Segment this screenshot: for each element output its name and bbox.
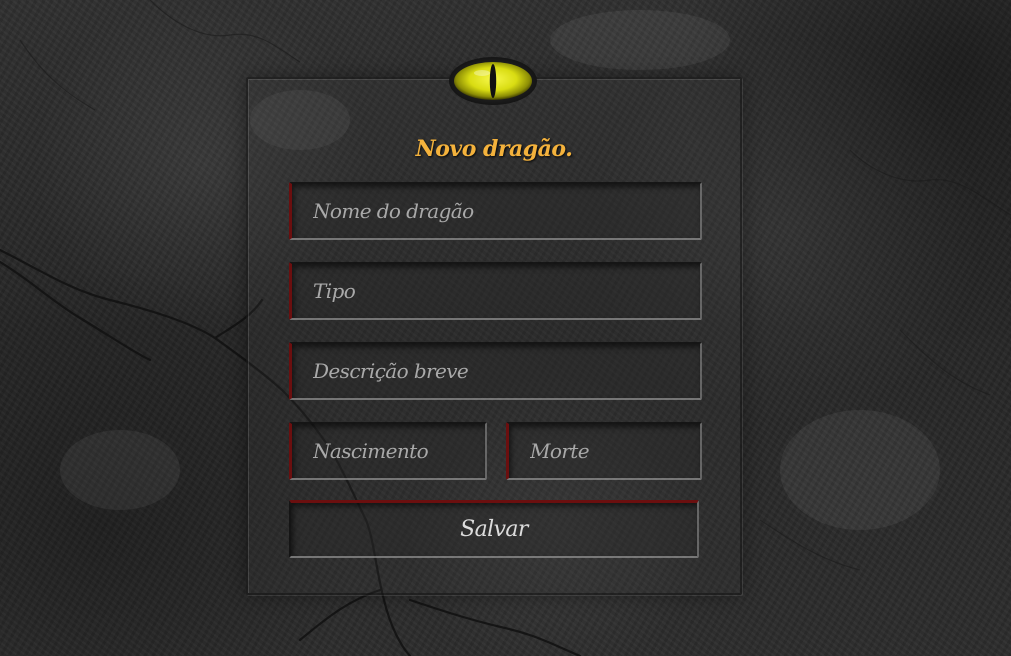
death-input[interactable]	[509, 424, 700, 478]
birth-field-wrapper	[289, 422, 487, 480]
dragon-name-input[interactable]	[292, 184, 700, 238]
dragon-type-input[interactable]	[292, 264, 700, 318]
form-title: Novo dragão.	[415, 136, 573, 162]
dragon-eye-icon	[449, 57, 537, 105]
death-field-wrapper	[506, 422, 702, 480]
description-field-wrapper	[289, 342, 702, 400]
save-button[interactable]: Salvar	[289, 500, 699, 558]
birth-input[interactable]	[292, 424, 485, 478]
dragon-name-field-wrapper	[289, 182, 702, 240]
dragon-type-field-wrapper	[289, 262, 702, 320]
description-input[interactable]	[292, 344, 700, 398]
